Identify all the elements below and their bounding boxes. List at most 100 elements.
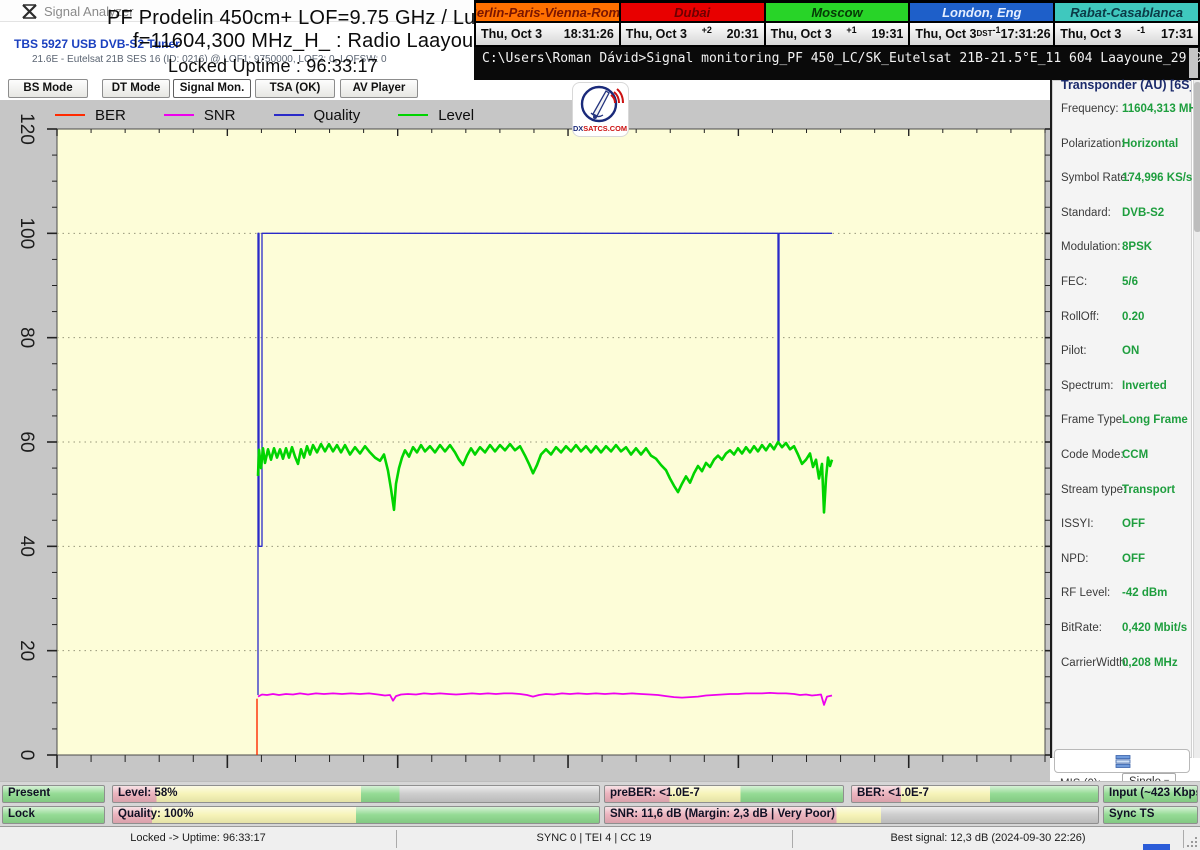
transponder-row-issyi: ISSYI:OFF (1061, 518, 1187, 538)
meter-ber: BER: <1.0E-7 (851, 785, 1099, 803)
transponder-row-label: Frame Type: (1061, 414, 1125, 426)
clock-date: Thu, Oct 3 (771, 27, 832, 41)
transponder-row-value: 0,208 MHz (1122, 657, 1178, 669)
meter-label: preBER: <1.0E-7 (610, 787, 700, 799)
signal-analyzer-window: Signal Analyzer PF Prodelin 450cm+ LOF=9… (0, 0, 1200, 850)
signal-chart: 020406080100120 BER SNR Quality Level (0, 100, 1050, 783)
logo-rest: SATCS.COM (583, 124, 627, 133)
console-window[interactable]: C:\Users\Roman Dávid>Signal monitoring_P… (474, 47, 1200, 80)
clock-utc-offset: DST-1 (977, 25, 1001, 35)
statusbar-divider (792, 830, 793, 848)
svg-text:60: 60 (16, 431, 37, 452)
meter-input-kbps-: Input (~423 Kbps) (1103, 785, 1198, 803)
mode-button-av-player[interactable]: AV Player (340, 79, 418, 98)
legend-swatch (398, 114, 428, 116)
meter-lock: Lock (2, 806, 105, 824)
export-button[interactable] (1054, 749, 1190, 773)
transponder-row-label: Modulation: (1061, 241, 1120, 253)
meter-preber: preBER: <1.0E-7 (604, 785, 844, 803)
clock-moscow: MoscowThu, Oct 3+119:31 (766, 3, 911, 47)
transponder-row-value: CCM (1122, 449, 1148, 461)
transponder-row-value: Horizontal (1122, 138, 1178, 150)
transponder-row-npd: NPD: OFF (1061, 553, 1187, 573)
mode-button-dt-mode[interactable]: DT Mode (102, 79, 170, 98)
mode-button-tsa-ok-[interactable]: TSA (OK) (255, 79, 335, 98)
clock-city-label: Rabat-Casablanca (1055, 3, 1198, 23)
statusbar-divider (396, 830, 397, 848)
clock-date: Thu, Oct 3 (481, 27, 542, 41)
panel-scrollbar[interactable] (1193, 80, 1200, 758)
chart-legend: BER SNR Quality Level (55, 106, 512, 124)
transponder-row-frequency: Frequency:11604,313 MHz (1061, 103, 1187, 123)
transponder-row-value: OFF (1122, 553, 1145, 565)
transponder-row-standard: Standard: DVB-S2 (1061, 207, 1187, 227)
transponder-row-value: Long Frame (1122, 414, 1188, 426)
chart-canvas: 020406080100120 (0, 100, 1050, 783)
legend-item-quality: Quality (274, 107, 361, 124)
transponder-row-value: 11604,313 MHz (1122, 103, 1200, 115)
clock-time-row: Thu, Oct 3DST-117:31:26 (910, 23, 1053, 45)
statusbar-divider (1183, 830, 1184, 848)
transponder-row-label: Standard: (1061, 207, 1111, 219)
transponder-row-label: RF Level: (1061, 587, 1110, 599)
transponder-row-label: Pilot: (1061, 345, 1087, 357)
clock-time: 20:31 (727, 27, 759, 41)
meter-snr: SNR: 11,6 dB (Margin: 2,3 dB | Very Poor… (604, 806, 1099, 824)
transponder-row-label: Code Mode: (1061, 449, 1124, 461)
taskbar-peek (1143, 844, 1170, 850)
transponder-panel: Transponder (AU) [6S] Frequency:11604,31… (1052, 80, 1192, 758)
statusbar-sync-counters: SYNC 0 | TEI 4 | CC 19 (537, 832, 652, 844)
legend-label: Level (438, 107, 474, 124)
console-scrollbar[interactable] (1189, 48, 1198, 78)
transponder-row-label: RollOff: (1061, 311, 1099, 323)
transponder-row-value: 5/6 (1122, 276, 1138, 288)
meter-label: Input (~423 Kbps) (1109, 787, 1198, 799)
transponder-row-label: NPD: (1061, 553, 1088, 565)
meter-sync-ts: Sync TS (1103, 806, 1198, 824)
clock-rabat-casablanca: Rabat-CasablancaThu, Oct 3-117:31 (1055, 3, 1200, 47)
meter-bar-area: PresentLevel: 58%preBER: <1.0E-7BER: <1.… (0, 781, 1200, 826)
transponder-row-value: Transport (1122, 484, 1175, 496)
transponder-row-label: FEC: (1061, 276, 1087, 288)
clock-time-row: Thu, Oct 318:31:26 (476, 23, 619, 45)
transponder-row-label: CarrierWidth: (1061, 657, 1129, 669)
meter-quality: Quality: 100% (112, 806, 600, 824)
transponder-row-label: Symbol Rate: (1061, 172, 1130, 184)
transponder-row-modulation: Modulation:8PSK (1061, 241, 1187, 261)
transponder-row-streamtype: Stream type:Transport (1061, 484, 1187, 504)
clock-city-label: London, Eng (910, 3, 1053, 23)
legend-label: Quality (314, 107, 361, 124)
clock-dubai: DubaiThu, Oct 3+220:31 (621, 3, 766, 47)
transponder-row-value: DVB-S2 (1122, 207, 1164, 219)
resize-grip[interactable] (1185, 835, 1197, 847)
svg-text:120: 120 (16, 113, 37, 145)
logo-dx: DX (573, 124, 583, 133)
meter-sheen (113, 786, 599, 802)
transponder-row-bitrate: BitRate:0,420 Mbit/s (1061, 622, 1187, 642)
legend-label: SNR (204, 107, 236, 124)
statusbar-best-signal: Best signal: 12,3 dB (2024-09-30 22:26) (890, 832, 1085, 844)
transponder-row-label: Stream type: (1061, 484, 1126, 496)
transponder-row-label: Frequency: (1061, 103, 1119, 115)
clock-city-label: Moscow (766, 3, 909, 23)
mode-button-signal-mon-[interactable]: Signal Mon. (173, 79, 251, 98)
panel-scrollbar-thumb[interactable] (1194, 82, 1200, 232)
legend-swatch (55, 114, 85, 116)
transponder-row-value: OFF (1122, 518, 1145, 530)
transponder-row-fec: FEC: 5/6 (1061, 276, 1187, 296)
transponder-row-carrierwidth: CarrierWidth:0,208 MHz (1061, 657, 1187, 677)
dxsatcs-logo: DXSATCS.COM (572, 82, 629, 137)
legend-item-level: Level (398, 107, 474, 124)
transponder-row-spectrum: Spectrum:Inverted (1061, 380, 1187, 400)
mode-button-bs-mode[interactable]: BS Mode (8, 79, 88, 98)
clock-time-row: Thu, Oct 3+119:31 (766, 23, 909, 45)
svg-text:DXSATCS.COM: DXSATCS.COM (573, 124, 627, 133)
meter-label: Present (8, 787, 50, 799)
svg-text:20: 20 (16, 640, 37, 661)
transponder-row-label: Spectrum: (1061, 380, 1113, 392)
meter-present: Present (2, 785, 105, 803)
transponder-row-value: ON (1122, 345, 1139, 357)
legend-label: BER (95, 107, 126, 124)
clock-date: Thu, Oct 3 (915, 27, 976, 41)
clock-city-label: Berlin-Paris-Vienna-Roma (476, 3, 619, 23)
